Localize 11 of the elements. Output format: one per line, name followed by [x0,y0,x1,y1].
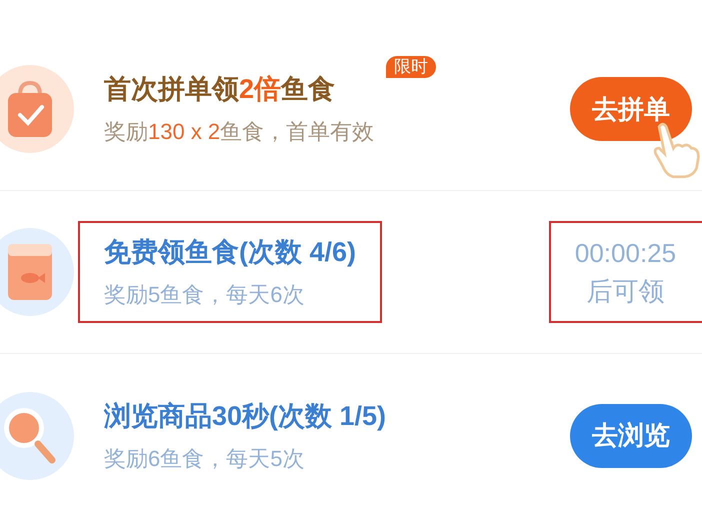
action-button[interactable]: 去浏览 [570,404,692,468]
task-title: 浏览商品30秒(次数 1/5) [104,400,386,432]
limited-time-tag: 限时 [386,56,436,78]
countdown-label: 后可领 [586,275,664,307]
task-reward-text: 奖励130 x 2鱼食，首单有效 [104,118,374,146]
task-reward-text: 奖励5鱼食，每天6次 [104,281,306,309]
task-reward-text: 奖励6鱼食，每天5次 [104,444,306,472]
countdown-timer: 00:00:25 [574,237,676,269]
task-title: 免费领鱼食(次数 4/6) [104,236,356,269]
action-button[interactable]: 去拼单 [570,77,692,141]
task-title: 首次拼单领2倍鱼食 [104,73,336,106]
